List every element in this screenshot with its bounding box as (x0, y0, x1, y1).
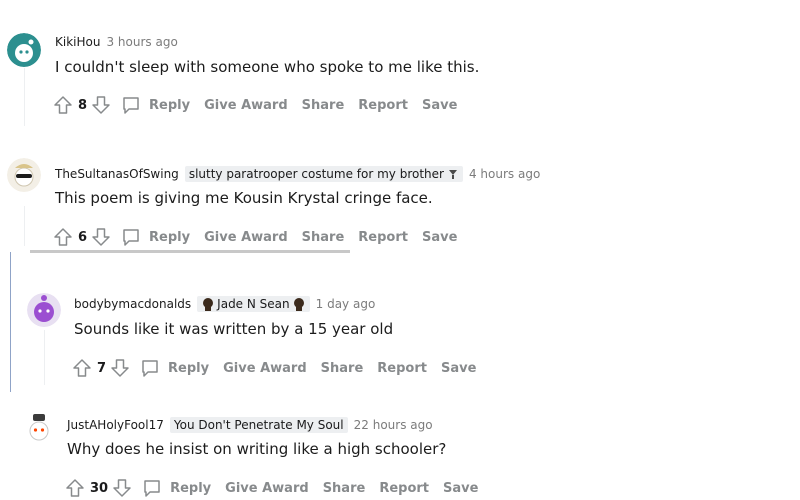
flair-emoji-icon (448, 170, 457, 179)
comment-author[interactable]: JustAHolyFool17 (67, 418, 164, 432)
upvote-arrow-icon (73, 359, 91, 377)
comment-body: Why does he insist on writing like a hig… (67, 440, 447, 458)
report-button[interactable]: Report (358, 98, 408, 113)
downvote-button[interactable] (91, 95, 111, 115)
save-button[interactable]: Save (441, 361, 476, 376)
comment-time[interactable]: 22 hours ago (354, 418, 433, 432)
comment-actions: 7 Reply Give Award Share Report Save (72, 356, 476, 380)
comment-author[interactable]: KikiHou (55, 35, 100, 49)
thread-line[interactable] (24, 206, 25, 246)
upvote-button[interactable] (72, 358, 92, 378)
snoo-avatar-icon (7, 33, 41, 67)
save-button[interactable]: Save (422, 98, 457, 113)
report-button[interactable]: Report (379, 481, 429, 496)
comment-meta: TheSultanasOfSwing slutty paratrooper co… (55, 165, 540, 183)
reply-label: Reply (149, 229, 191, 245)
downvote-button[interactable] (112, 478, 132, 498)
comment-body: This poem is giving me Kousin Krystal cr… (55, 189, 433, 207)
comment-time[interactable]: 3 hours ago (106, 35, 177, 49)
thread-line-active[interactable] (10, 252, 11, 392)
thread-line[interactable] (44, 330, 45, 385)
comment-actions: 8 Reply Give Award Share Report Save (53, 93, 457, 117)
upvote-button[interactable] (53, 95, 73, 115)
downvote-button[interactable] (110, 358, 130, 378)
reply-label: Reply (149, 97, 191, 113)
save-button[interactable]: Save (422, 230, 457, 245)
avatar[interactable] (7, 158, 41, 192)
vote-score: 7 (97, 360, 107, 376)
reply-label: Reply (170, 480, 212, 496)
upvote-button[interactable] (65, 478, 85, 498)
give-award-button[interactable]: Give Award (204, 230, 288, 245)
downvote-arrow-icon (113, 479, 131, 497)
give-award-button[interactable]: Give Award (223, 361, 307, 376)
comment-actions: 30 Reply Give Award Share Report Save (65, 476, 478, 500)
flair-text: slutty paratrooper costume for my brothe… (188, 167, 444, 181)
snoo-avatar-icon (7, 158, 41, 192)
snoo-avatar-icon (22, 410, 56, 444)
comment-author[interactable]: bodybymacdonalds (74, 297, 191, 311)
thread-line[interactable] (24, 68, 25, 126)
user-flair: Jade N Sean (197, 296, 310, 312)
flair-emoji-icon (293, 298, 304, 311)
upvote-arrow-icon (54, 96, 72, 114)
reply-button[interactable]: Reply (121, 95, 190, 115)
save-button[interactable]: Save (443, 481, 478, 496)
downvote-arrow-icon (92, 228, 110, 246)
comment-bubble-icon (123, 97, 139, 114)
share-button[interactable]: Share (321, 361, 364, 376)
upvote-arrow-icon (54, 228, 72, 246)
comment-author[interactable]: TheSultanasOfSwing (55, 167, 179, 181)
vote-score: 6 (78, 229, 88, 245)
upvote-button[interactable] (53, 227, 73, 247)
reply-button[interactable]: Reply (140, 358, 209, 378)
comment-body: I couldn't sleep with someone who spoke … (55, 58, 480, 76)
comment-bubble-icon (142, 360, 158, 377)
avatar[interactable] (7, 33, 41, 67)
vote-score: 8 (78, 97, 88, 113)
comment-bubble-icon (144, 480, 160, 497)
flair-text: Jade N Sean (217, 297, 290, 311)
reply-label: Reply (168, 360, 210, 376)
avatar[interactable] (27, 293, 61, 327)
comment-bubble-icon (123, 229, 139, 246)
report-button[interactable]: Report (358, 230, 408, 245)
reply-button[interactable]: Reply (121, 227, 190, 247)
reply-button[interactable]: Reply (142, 478, 211, 498)
downvote-button[interactable] (91, 227, 111, 247)
give-award-button[interactable]: Give Award (204, 98, 288, 113)
user-flair: slutty paratrooper costume for my brothe… (184, 166, 463, 182)
downvote-arrow-icon (111, 359, 129, 377)
vote-score: 30 (90, 480, 109, 496)
user-flair: You Don't Penetrate My Soul (169, 417, 348, 433)
downvote-arrow-icon (92, 96, 110, 114)
upvote-arrow-icon (66, 479, 84, 497)
avatar[interactable] (22, 410, 56, 444)
share-button[interactable]: Share (323, 481, 366, 496)
report-button[interactable]: Report (377, 361, 427, 376)
comment-meta: JustAHolyFool17 You Don't Penetrate My S… (67, 416, 433, 434)
snoo-avatar-icon (27, 293, 61, 327)
flair-emoji-icon (203, 298, 214, 311)
comment-meta: bodybymacdonalds Jade N Sean 1 day ago (74, 295, 375, 313)
comment-meta: KikiHou 3 hours ago (55, 33, 178, 51)
comment-time[interactable]: 1 day ago (316, 297, 376, 311)
share-button[interactable]: Share (302, 230, 345, 245)
share-button[interactable]: Share (302, 98, 345, 113)
comment-time[interactable]: 4 hours ago (469, 167, 540, 181)
comment-body: Sounds like it was written by a 15 year … (74, 320, 394, 338)
comment-actions: 6 Reply Give Award Share Report Save (53, 225, 457, 249)
give-award-button[interactable]: Give Award (225, 481, 309, 496)
